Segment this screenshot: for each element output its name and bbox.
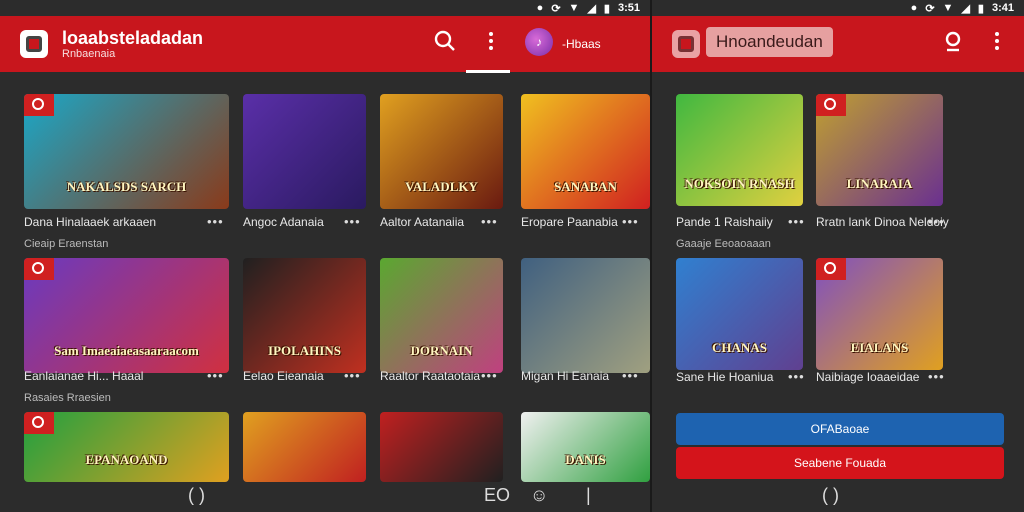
app-bar: loaabsteladadan Rnbaenaia ♪ -Hbaas bbox=[0, 16, 650, 72]
nav-bar: ( ) EO ☺ | bbox=[0, 482, 650, 512]
game-caption[interactable]: Angoc Adanaia bbox=[243, 215, 324, 229]
game-thumbnail[interactable] bbox=[521, 258, 650, 373]
record-icon: ● bbox=[910, 2, 918, 14]
sync-icon: ⟳ bbox=[925, 2, 935, 15]
recents-button[interactable]: EO bbox=[484, 485, 510, 506]
game-title-art: DORNAIN bbox=[410, 343, 473, 358]
game-title-art: SANABAN bbox=[554, 179, 617, 194]
game-thumbnail[interactable]: DANIS bbox=[521, 412, 650, 482]
game-title-art: NAKALSDS SARCH bbox=[66, 179, 187, 194]
left-screen: ● ⟳ ▼ ◢ ▮ 3:51 loaabsteladadan Rnbaenaia… bbox=[0, 0, 650, 512]
status-bar: ● ⟳ ▼ ◢ ▮ 3:41 bbox=[652, 0, 1024, 16]
game-thumbnail[interactable]: NOKSOIN RNASH bbox=[676, 94, 803, 206]
game-thumbnail[interactable]: VALADLKY bbox=[380, 94, 503, 209]
game-caption[interactable]: Eelao Eieanaia bbox=[243, 369, 324, 383]
game-caption[interactable]: Aaltor Aatanaiia bbox=[380, 215, 464, 229]
game-title-art: EIALANS bbox=[850, 340, 909, 355]
app-title: loaabsteladadan bbox=[62, 28, 204, 48]
game-title-art: LINARAIA bbox=[846, 176, 913, 191]
badge-icon bbox=[816, 94, 846, 116]
app-logo-icon[interactable] bbox=[20, 30, 48, 58]
divider-icon: | bbox=[586, 485, 591, 505]
game-title-art: DANIS bbox=[565, 452, 606, 467]
battery-icon: ▮ bbox=[977, 2, 984, 15]
game-caption[interactable]: Sane Hie Hoaniua bbox=[676, 370, 773, 384]
game-thumbnail[interactable]: EIALANS bbox=[816, 258, 943, 370]
app-title-chip[interactable]: Hnoandeudan bbox=[706, 27, 833, 57]
game-caption[interactable]: Pande 1 Raishaiiy bbox=[676, 215, 773, 229]
more-horiz-icon[interactable]: ••• bbox=[788, 369, 805, 384]
more-vert-icon[interactable] bbox=[480, 30, 502, 58]
nav-bar: ( ) bbox=[652, 482, 1024, 512]
person-icon[interactable]: ☺ bbox=[530, 485, 548, 506]
badge-icon bbox=[24, 412, 54, 434]
section-label: Cieaip Eraenstan bbox=[24, 238, 109, 250]
more-horiz-icon[interactable]: ••• bbox=[928, 214, 945, 229]
avatar[interactable]: ♪ bbox=[525, 28, 553, 56]
signal-icon: ◢ bbox=[587, 2, 596, 15]
game-thumbnail[interactable]: IPOLAHINS bbox=[243, 258, 366, 373]
game-caption[interactable]: Migan Hi Eanaia bbox=[521, 369, 609, 383]
more-horiz-icon[interactable]: ••• bbox=[344, 368, 361, 383]
game-thumbnail[interactable]: Sam Imaeaiaeasaaraacom bbox=[24, 258, 229, 373]
user-label: -Hbaas bbox=[562, 37, 601, 51]
app-logo-icon[interactable] bbox=[672, 30, 700, 58]
section-label: Gaaaje Eeoaoaaan bbox=[676, 238, 771, 250]
record-icon: ● bbox=[536, 2, 544, 14]
game-thumbnail[interactable]: SANABAN bbox=[521, 94, 650, 209]
game-title-art: NOKSOIN RNASH bbox=[684, 176, 795, 191]
app-subtitle: Rnbaenaia bbox=[62, 48, 116, 60]
game-thumbnail[interactable]: NAKALSDS SARCH bbox=[24, 94, 229, 209]
right-screen: ● ⟳ ▼ ◢ ▮ 3:41 Hnoandeudan NOKSOIN RNASH… bbox=[652, 0, 1024, 512]
more-horiz-icon[interactable]: ••• bbox=[481, 214, 498, 229]
status-time: 3:41 bbox=[991, 2, 1014, 14]
game-caption[interactable]: Dana Hinalaaek arkaaen bbox=[24, 215, 156, 229]
game-caption[interactable]: Eanlaianae Hi... Haaal bbox=[24, 369, 143, 383]
game-caption[interactable]: Raaltor Raataotaia bbox=[380, 369, 480, 383]
section-label: Rasaies Rraesien bbox=[24, 392, 111, 404]
app-bar: Hnoandeudan bbox=[652, 16, 1024, 72]
home-button[interactable]: ( ) bbox=[188, 485, 205, 506]
home-button[interactable]: ( ) bbox=[822, 485, 839, 506]
badge-icon bbox=[816, 258, 846, 280]
status-bar: ● ⟳ ▼ ◢ ▮ 3:51 bbox=[0, 0, 650, 16]
secondary-button[interactable]: Seabene Fouada bbox=[676, 447, 1004, 479]
wifi-icon: ▼ bbox=[942, 2, 954, 14]
more-horiz-icon[interactable]: ••• bbox=[207, 214, 224, 229]
more-horiz-icon[interactable]: ••• bbox=[928, 369, 945, 384]
game-caption[interactable]: Eropare Paanabia bbox=[521, 215, 618, 229]
wifi-icon: ▼ bbox=[568, 2, 580, 14]
game-thumbnail[interactable]: DORNAIN bbox=[380, 258, 503, 373]
battery-icon: ▮ bbox=[603, 2, 610, 15]
primary-button[interactable]: OFABaoae bbox=[676, 413, 1004, 445]
game-thumbnail[interactable]: CHANAS bbox=[676, 258, 803, 370]
more-horiz-icon[interactable]: ••• bbox=[481, 368, 498, 383]
game-caption[interactable]: Naibiage Ioaaeidae bbox=[816, 370, 919, 384]
more-horiz-icon[interactable]: ••• bbox=[622, 368, 639, 383]
game-title-art: IPOLAHINS bbox=[268, 343, 341, 358]
game-title-art: Sam Imaeaiaeasaaraacom bbox=[54, 343, 199, 358]
game-thumbnail[interactable]: EPANAOAND bbox=[24, 412, 229, 482]
game-thumbnail[interactable]: LINARAIA bbox=[816, 94, 943, 206]
badge-icon bbox=[24, 258, 54, 280]
sync-icon: ⟳ bbox=[551, 2, 561, 15]
more-vert-icon[interactable] bbox=[986, 30, 1008, 58]
tab-indicator bbox=[466, 70, 510, 73]
account-icon[interactable] bbox=[942, 30, 964, 58]
game-thumbnail[interactable] bbox=[380, 412, 503, 482]
game-title-art: VALADLKY bbox=[405, 179, 478, 194]
game-title-art: EPANAOAND bbox=[85, 452, 168, 467]
search-icon[interactable] bbox=[434, 30, 456, 58]
game-title-art: CHANAS bbox=[712, 340, 767, 355]
more-horiz-icon[interactable]: ••• bbox=[788, 214, 805, 229]
signal-icon: ◢ bbox=[961, 2, 970, 15]
more-horiz-icon[interactable]: ••• bbox=[622, 214, 639, 229]
game-thumbnail[interactable] bbox=[243, 94, 366, 209]
badge-icon bbox=[24, 94, 54, 116]
more-horiz-icon[interactable]: ••• bbox=[344, 214, 361, 229]
more-horiz-icon[interactable]: ••• bbox=[207, 368, 224, 383]
status-time: 3:51 bbox=[617, 2, 640, 14]
game-thumbnail[interactable] bbox=[243, 412, 366, 482]
